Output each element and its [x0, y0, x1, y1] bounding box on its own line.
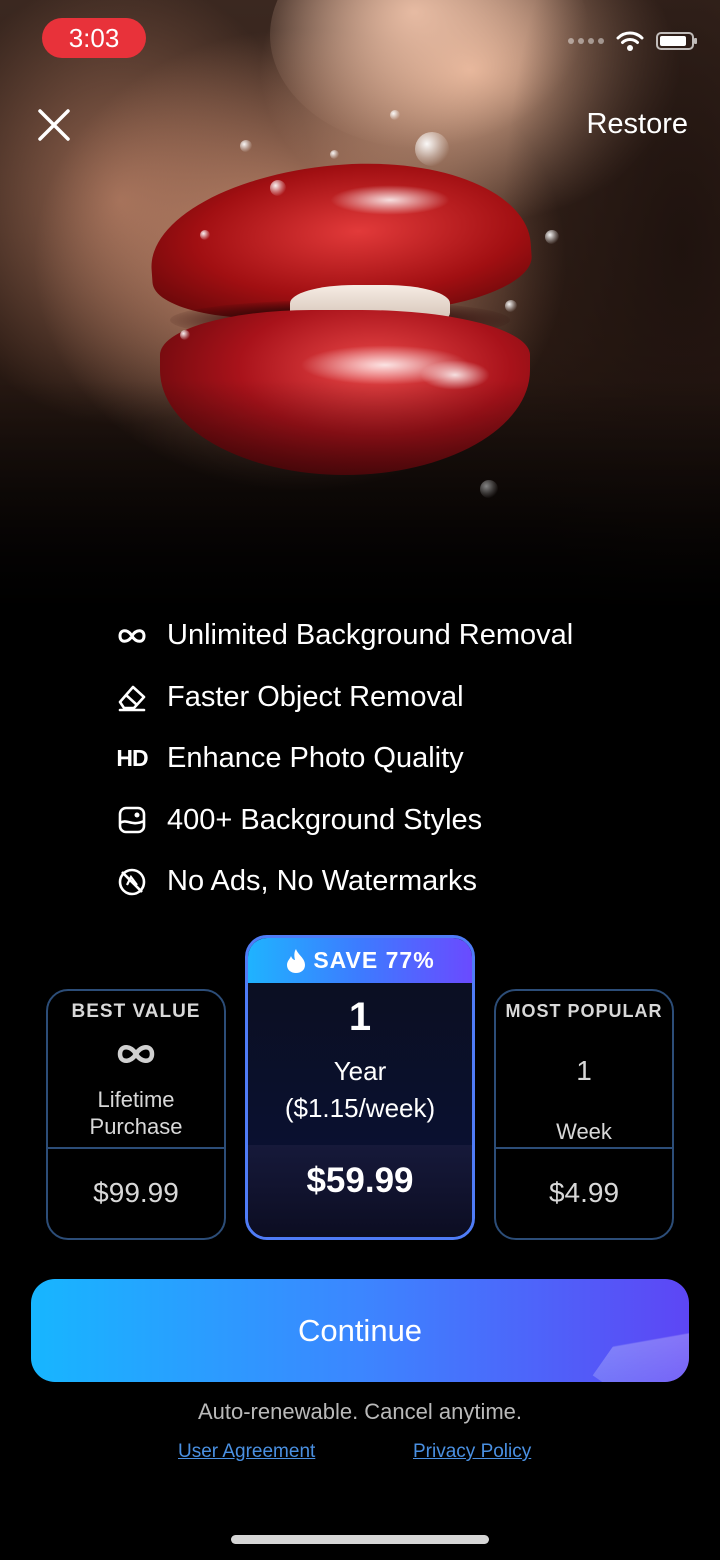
plan-count: 1	[576, 1055, 592, 1086]
continue-label: Continue	[297, 1312, 423, 1348]
feature-label: Enhance Photo Quality	[167, 742, 464, 775]
feature-label: Unlimited Background Removal	[167, 619, 574, 652]
no-ads-icon	[112, 862, 152, 902]
water-drop	[505, 300, 517, 312]
plan-line2: Purchase	[89, 1114, 183, 1139]
hero-photo	[0, 0, 720, 640]
battery-icon	[656, 32, 697, 50]
plan-badge: BEST VALUE	[71, 1001, 201, 1022]
water-drop	[415, 132, 449, 166]
close-icon[interactable]	[34, 105, 74, 145]
feature-label: Faster Object Removal	[167, 680, 464, 713]
feature-item: Faster Object Removal	[112, 667, 573, 729]
flame-icon	[287, 948, 306, 973]
plan-price: $4.99	[548, 1177, 620, 1208]
renew-note: Auto-renewable. Cancel anytime.	[197, 1399, 523, 1424]
plan-unit: Year	[333, 1056, 387, 1086]
plan-card-yearly[interactable]: SAVE 77% 1 Year ($1.15/week) $59.99	[245, 935, 475, 1240]
hd-icon-text: HD	[116, 745, 148, 772]
plan-divider	[496, 1147, 672, 1149]
water-drop	[240, 140, 252, 152]
water-drop	[180, 330, 190, 340]
feature-item: HD Enhance Photo Quality	[112, 728, 573, 790]
water-drop	[330, 150, 339, 159]
feature-item: 400+ Background Styles	[112, 790, 573, 852]
plan-count: 1	[348, 995, 372, 1039]
eraser-icon	[112, 677, 152, 717]
user-agreement-link[interactable]: User Agreement	[178, 1441, 315, 1463]
save-banner-text: SAVE 77%	[313, 947, 435, 973]
plan-line1: Lifetime	[97, 1087, 175, 1112]
plan-unit: Week	[556, 1119, 612, 1144]
feature-label: 400+ Background Styles	[167, 803, 483, 836]
plan-price: $59.99	[306, 1161, 414, 1200]
feature-item: No Ads, No Watermarks	[112, 851, 573, 913]
continue-button[interactable]: Continue	[31, 1279, 689, 1382]
plan-body: 1 Year ($1.15/week)	[248, 983, 472, 1146]
plan-card-lifetime[interactable]: BEST VALUE Lifetime Purchase $99.99	[46, 989, 226, 1240]
plan-card-weekly[interactable]: MOST POPULAR 1 Week $4.99	[494, 989, 674, 1240]
water-drop	[390, 110, 400, 120]
feature-item: Unlimited Background Removal	[112, 605, 573, 667]
image-style-icon	[112, 800, 152, 840]
feature-label: No Ads, No Watermarks	[167, 865, 477, 898]
water-drop	[270, 180, 286, 196]
save-banner: SAVE 77%	[248, 938, 472, 983]
water-drop	[545, 230, 559, 244]
hero-highlight	[330, 185, 450, 215]
wifi-icon	[616, 31, 644, 51]
privacy-policy-link[interactable]: Privacy Policy	[413, 1441, 531, 1463]
plan-badge: MOST POPULAR	[505, 1001, 663, 1021]
status-time: 3:03	[42, 18, 146, 58]
signal-dots-icon	[568, 38, 604, 44]
feature-list: Unlimited Background Removal Faster Obje…	[112, 605, 573, 913]
restore-button[interactable]: Restore	[586, 108, 688, 141]
plan-price-area: $59.99	[248, 1145, 472, 1237]
plan-per-week: ($1.15/week)	[284, 1093, 436, 1123]
infinity-icon	[112, 616, 152, 656]
hd-icon: HD	[112, 739, 152, 779]
status-icons	[568, 30, 697, 52]
plan-price: $99.99	[93, 1177, 179, 1208]
infinity-icon	[48, 1041, 224, 1072]
water-drop	[200, 230, 210, 240]
hero-fade	[0, 380, 720, 640]
plan-divider	[48, 1147, 224, 1149]
home-indicator[interactable]	[231, 1535, 489, 1544]
